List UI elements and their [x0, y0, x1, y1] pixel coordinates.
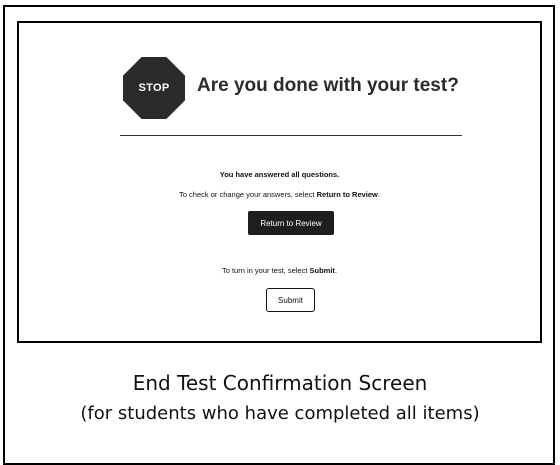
submit-instruction-emphasis: Submit [309, 266, 335, 275]
page-title: Are you done with your test? [197, 75, 459, 96]
submit-instruction-prefix: To turn in your test, select [221, 266, 310, 275]
stop-sign-label: STOP [138, 82, 170, 94]
review-instruction-suffix: . [377, 190, 380, 199]
review-instruction: To check or change your answers, select … [19, 190, 540, 199]
submit-button[interactable]: Submit [266, 288, 315, 312]
submit-instruction: To turn in your test, select Submit. [19, 266, 540, 275]
figure-caption-title: End Test Confirmation Screen [132, 371, 428, 395]
end-test-screen: STOP Are you done with your test? You ha… [17, 21, 542, 343]
stop-sign-icon: STOP [123, 57, 185, 119]
review-instruction-prefix: To check or change your answers, select [179, 190, 317, 199]
submit-instruction-suffix: . [334, 266, 338, 275]
review-instruction-emphasis: Return to Review [316, 190, 378, 199]
answered-message: You have answered all questions. [219, 170, 340, 179]
figure-caption-subtitle: (for students who have completed all ite… [80, 403, 480, 424]
title-divider [120, 135, 462, 136]
return-to-review-button[interactable]: Return to Review [248, 211, 334, 235]
